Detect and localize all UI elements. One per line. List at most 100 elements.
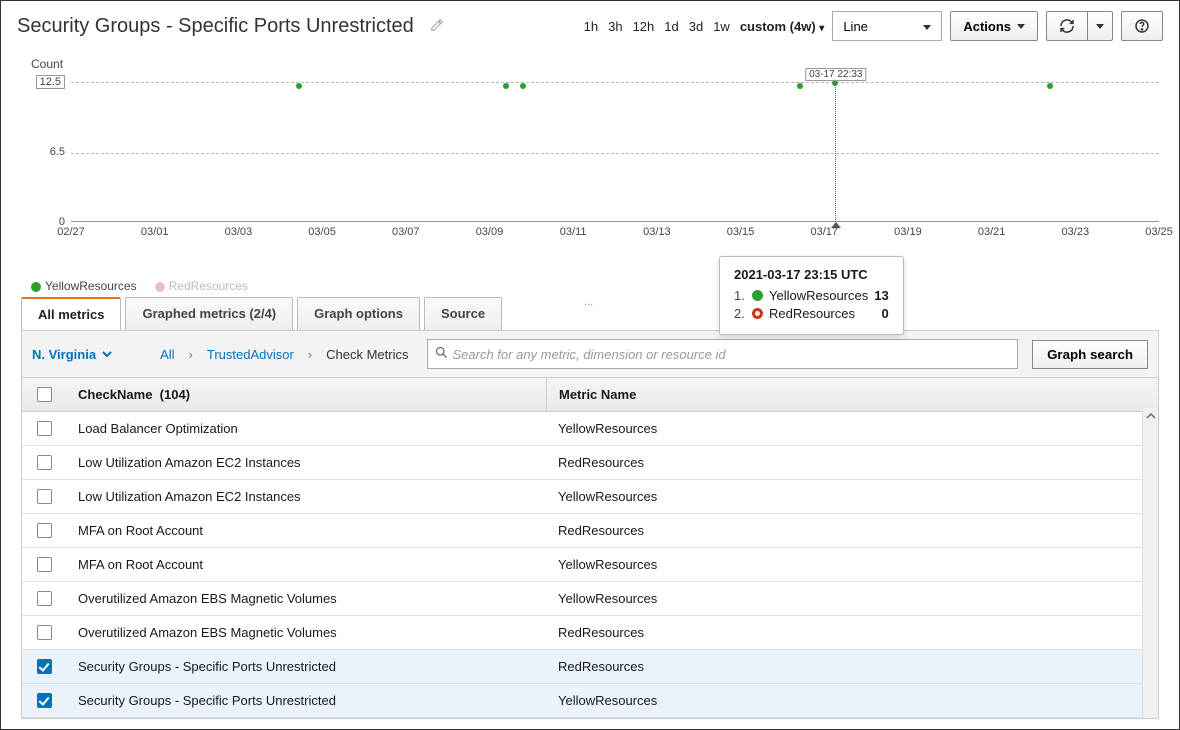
data-point bbox=[1047, 83, 1053, 89]
xtick: 03/19 bbox=[894, 226, 922, 238]
data-point bbox=[296, 83, 302, 89]
table-row[interactable]: Security Groups - Specific Ports Unrestr… bbox=[22, 650, 1158, 684]
row-checkbox[interactable] bbox=[37, 421, 52, 436]
xtick: 03/01 bbox=[141, 226, 169, 238]
xtick: 02/27 bbox=[57, 226, 85, 238]
crumb-trustedadvisor[interactable]: TrustedAdvisor bbox=[207, 347, 294, 362]
chart-cursor: 03-17 22:33 bbox=[835, 83, 836, 222]
chevron-down-icon bbox=[102, 349, 112, 359]
table-row[interactable]: Security Groups - Specific Ports Unrestr… bbox=[22, 684, 1158, 718]
chart-type-select[interactable]: Line bbox=[832, 11, 942, 41]
time-1w[interactable]: 1w bbox=[713, 19, 730, 34]
xtick: 03/07 bbox=[392, 226, 420, 238]
chart-area: Count 12.5 6.5 0 03-17 22:33 02/27 03/01 0… bbox=[1, 47, 1179, 297]
time-1d[interactable]: 1d bbox=[664, 19, 678, 34]
time-3h[interactable]: 3h bbox=[608, 19, 622, 34]
cell-metricname: RedResources bbox=[546, 650, 1158, 683]
region-select[interactable]: N. Virginia bbox=[32, 347, 112, 362]
crumb-all[interactable]: All bbox=[160, 347, 174, 362]
xtick: 03/23 bbox=[1062, 226, 1090, 238]
x-axis: 02/2703/0103/0303/0503/0703/0903/1103/13… bbox=[71, 226, 1159, 242]
xtick: 03/11 bbox=[560, 226, 587, 238]
actions-button[interactable]: Actions bbox=[950, 11, 1038, 41]
help-button[interactable] bbox=[1121, 11, 1163, 41]
cell-checkname: Overutilized Amazon EBS Magnetic Volumes bbox=[66, 582, 546, 615]
refresh-menu-button[interactable] bbox=[1087, 11, 1113, 41]
cell-checkname: MFA on Root Account bbox=[66, 548, 546, 581]
data-point bbox=[503, 83, 509, 89]
y-axis: 12.5 6.5 0 bbox=[31, 82, 71, 222]
cell-metricname: YellowResources bbox=[546, 582, 1158, 615]
time-custom[interactable]: custom (4w) ▾ bbox=[740, 19, 825, 34]
tab-all-metrics[interactable]: All metrics bbox=[21, 297, 121, 330]
y-axis-label: Count bbox=[31, 57, 63, 71]
metrics-tabs: All metrics Graphed metrics (2/4) Graph … bbox=[21, 297, 1179, 330]
refresh-button[interactable] bbox=[1046, 11, 1087, 41]
chevron-right-icon: › bbox=[308, 347, 312, 362]
tooltip-dot-red bbox=[752, 308, 763, 319]
time-12h[interactable]: 12h bbox=[633, 19, 655, 34]
time-3d[interactable]: 3d bbox=[689, 19, 703, 34]
table-row[interactable]: MFA on Root AccountYellowResources bbox=[22, 548, 1158, 582]
time-range-picker: 1h 3h 12h 1d 3d 1w custom (4w) ▾ bbox=[584, 19, 825, 34]
header: Security Groups - Specific Ports Unrestr… bbox=[1, 1, 1179, 47]
cursor-timestamp: 03-17 22:33 bbox=[805, 68, 866, 81]
cell-metricname: RedResources bbox=[546, 514, 1158, 547]
tab-graph-options[interactable]: Graph options bbox=[297, 297, 420, 330]
col-checkname[interactable]: CheckName (104) bbox=[66, 378, 546, 411]
table-row[interactable]: MFA on Root AccountRedResources bbox=[22, 514, 1158, 548]
legend-yellow[interactable]: YellowResources bbox=[31, 279, 137, 293]
metrics-search-input[interactable] bbox=[449, 343, 1012, 366]
time-1h[interactable]: 1h bbox=[584, 19, 598, 34]
cell-metricname: YellowResources bbox=[546, 480, 1158, 513]
table-row[interactable]: Overutilized Amazon EBS Magnetic Volumes… bbox=[22, 582, 1158, 616]
graph-search-button[interactable]: Graph search bbox=[1032, 340, 1148, 369]
row-checkbox[interactable] bbox=[37, 455, 52, 470]
select-all-checkbox[interactable] bbox=[37, 387, 52, 402]
xtick: 03/17 bbox=[810, 226, 838, 238]
crumb-check-metrics: Check Metrics bbox=[326, 347, 408, 362]
scroll-up-icon[interactable] bbox=[1143, 408, 1158, 424]
cell-metricname: YellowResources bbox=[546, 684, 1158, 717]
tab-source[interactable]: Source bbox=[424, 297, 502, 330]
ytick: 6.5 bbox=[50, 146, 65, 158]
row-checkbox[interactable] bbox=[37, 523, 52, 538]
page-title: Security Groups - Specific Ports Unrestr… bbox=[17, 15, 414, 38]
cell-checkname: Low Utilization Amazon EC2 Instances bbox=[66, 446, 546, 479]
cell-checkname: Overutilized Amazon EBS Magnetic Volumes bbox=[66, 616, 546, 649]
resize-handle[interactable]: … bbox=[584, 297, 597, 308]
table-row[interactable]: Overutilized Amazon EBS Magnetic Volumes… bbox=[22, 616, 1158, 650]
row-checkbox[interactable] bbox=[37, 625, 52, 640]
xtick: 03/03 bbox=[225, 226, 253, 238]
legend-red[interactable]: RedResources bbox=[155, 279, 248, 293]
search-icon bbox=[434, 345, 449, 363]
tab-graphed-metrics[interactable]: Graphed metrics (2/4) bbox=[125, 297, 293, 330]
chevron-right-icon: › bbox=[189, 347, 193, 362]
metrics-table: CheckName (104) Metric Name Load Balance… bbox=[21, 378, 1159, 719]
scrollbar[interactable] bbox=[1142, 408, 1158, 718]
row-checkbox[interactable] bbox=[37, 659, 52, 674]
cell-checkname: Security Groups - Specific Ports Unrestr… bbox=[66, 650, 546, 683]
row-checkbox[interactable] bbox=[37, 489, 52, 504]
edit-title-icon[interactable] bbox=[430, 18, 444, 35]
xtick: 03/09 bbox=[476, 226, 504, 238]
tooltip-dot-green bbox=[752, 290, 763, 301]
cell-metricname: YellowResources bbox=[546, 548, 1158, 581]
xtick: 03/21 bbox=[978, 226, 1006, 238]
table-row[interactable]: Load Balancer OptimizationYellowResource… bbox=[22, 412, 1158, 446]
cell-checkname: MFA on Root Account bbox=[66, 514, 546, 547]
data-point bbox=[797, 83, 803, 89]
tooltip-title: 2021-03-17 23:15 UTC bbox=[734, 267, 889, 282]
chart-legend: YellowResources RedResources bbox=[31, 279, 248, 293]
row-checkbox[interactable] bbox=[37, 591, 52, 606]
plot[interactable]: 03-17 22:33 bbox=[71, 82, 1159, 222]
row-checkbox[interactable] bbox=[37, 693, 52, 708]
table-row[interactable]: Low Utilization Amazon EC2 InstancesRedR… bbox=[22, 446, 1158, 480]
col-metricname[interactable]: Metric Name bbox=[547, 378, 1158, 411]
cell-metricname: YellowResources bbox=[546, 412, 1158, 445]
cell-checkname: Security Groups - Specific Ports Unrestr… bbox=[66, 684, 546, 717]
table-row[interactable]: Low Utilization Amazon EC2 InstancesYell… bbox=[22, 480, 1158, 514]
cell-checkname: Low Utilization Amazon EC2 Instances bbox=[66, 480, 546, 513]
ytick: 12.5 bbox=[36, 75, 65, 89]
row-checkbox[interactable] bbox=[37, 557, 52, 572]
